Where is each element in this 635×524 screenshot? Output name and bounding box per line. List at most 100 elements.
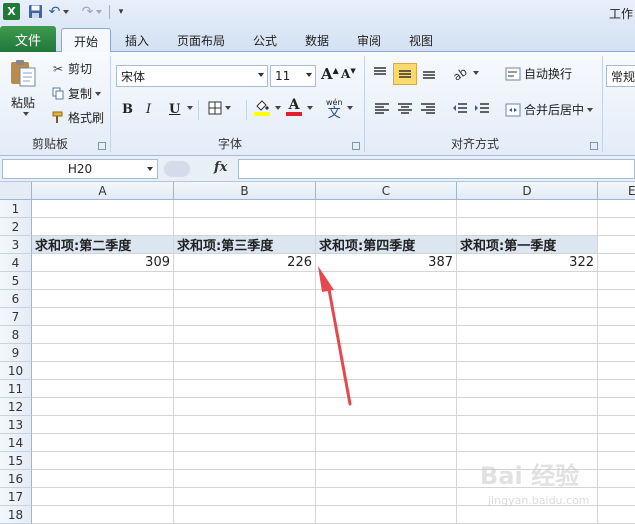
pivot-header-cell[interactable]: 求和项:第三季度	[174, 236, 316, 254]
grid-cell[interactable]	[32, 470, 174, 488]
grid-cell[interactable]	[32, 200, 174, 218]
grid-cell[interactable]	[174, 326, 316, 344]
grid-cell[interactable]	[457, 344, 598, 362]
grid-cell[interactable]	[316, 434, 457, 452]
row-header[interactable]: 9	[0, 344, 32, 362]
grid-cell[interactable]	[598, 362, 635, 380]
grid-cell[interactable]	[457, 362, 598, 380]
grid-cell[interactable]	[174, 308, 316, 326]
grid-cell[interactable]	[174, 416, 316, 434]
select-all-corner[interactable]	[0, 182, 32, 200]
fill-color-button[interactable]	[254, 99, 270, 116]
merge-center-button[interactable]: 合并后居中	[505, 101, 594, 118]
tab-home[interactable]: 开始	[61, 28, 111, 53]
grid-cell[interactable]	[598, 398, 635, 416]
grid-cell[interactable]	[32, 362, 174, 380]
grid-cell[interactable]	[598, 380, 635, 398]
grid-cell[interactable]	[174, 470, 316, 488]
tab-page-layout[interactable]: 页面布局	[170, 28, 232, 52]
font-launcher-icon[interactable]	[352, 142, 360, 150]
grid-cell[interactable]	[457, 290, 598, 308]
grid-cell[interactable]	[316, 452, 457, 470]
row-header[interactable]: 5	[0, 272, 32, 290]
grid-cell[interactable]	[32, 326, 174, 344]
grid-cell[interactable]	[598, 326, 635, 344]
grid-cell[interactable]	[457, 326, 598, 344]
font-color-button[interactable]: A	[286, 98, 302, 116]
row-header[interactable]: 4	[0, 254, 32, 272]
grid-cell[interactable]	[598, 200, 635, 218]
align-center-button[interactable]	[397, 102, 413, 116]
phonetic-button[interactable]: wén 文	[326, 98, 343, 121]
row-header[interactable]: 14	[0, 434, 32, 452]
grid-cell[interactable]	[174, 506, 316, 524]
align-bottom-button[interactable]	[421, 66, 437, 80]
formula-input[interactable]	[238, 159, 635, 179]
redo-icon[interactable]: ↷	[82, 3, 103, 20]
row-header[interactable]: 7	[0, 308, 32, 326]
grid-cell[interactable]	[32, 344, 174, 362]
formula-expand-icon[interactable]	[164, 161, 190, 177]
tab-view[interactable]: 视图	[402, 28, 440, 52]
row-header[interactable]: 10	[0, 362, 32, 380]
row-header[interactable]: 17	[0, 488, 32, 506]
grid-cell[interactable]	[174, 452, 316, 470]
paste-dropdown-icon[interactable]	[20, 112, 29, 116]
underline-dropdown-icon[interactable]	[184, 106, 193, 110]
pivot-header-cell[interactable]: 求和项:第四季度	[316, 236, 457, 254]
grid-cell[interactable]	[457, 398, 598, 416]
grid-cell[interactable]	[457, 380, 598, 398]
row-header[interactable]: 1	[0, 200, 32, 218]
customize-quick-access-icon[interactable]: ▾	[115, 3, 127, 20]
row-header[interactable]: 15	[0, 452, 32, 470]
grid-cell[interactable]	[174, 218, 316, 236]
tab-insert[interactable]: 插入	[116, 28, 158, 52]
grid-cell[interactable]	[174, 488, 316, 506]
grid-cell[interactable]	[174, 362, 316, 380]
font-color-dropdown-icon[interactable]	[304, 106, 313, 110]
cut-button[interactable]: ✂ 剪切	[50, 60, 92, 77]
align-right-button[interactable]	[420, 102, 436, 116]
column-header-d[interactable]: D	[457, 182, 598, 200]
pivot-value-cell[interactable]: 322	[457, 254, 598, 272]
grid-cell[interactable]	[174, 344, 316, 362]
grid-cell[interactable]	[174, 434, 316, 452]
grid-cell[interactable]	[32, 272, 174, 290]
grid-cell[interactable]	[598, 236, 635, 254]
grid-cell[interactable]	[32, 452, 174, 470]
grid-cell[interactable]	[32, 488, 174, 506]
grid-cell[interactable]	[32, 506, 174, 524]
grid-cell[interactable]	[174, 272, 316, 290]
pivot-value-cell[interactable]: 226	[174, 254, 316, 272]
grid-cell[interactable]	[598, 416, 635, 434]
alignment-launcher-icon[interactable]	[590, 142, 598, 150]
grid-cell[interactable]	[32, 308, 174, 326]
row-header[interactable]: 8	[0, 326, 32, 344]
grid-cell[interactable]	[457, 416, 598, 434]
excel-logo-icon[interactable]: X	[3, 3, 20, 20]
column-header-a[interactable]: A	[32, 182, 174, 200]
row-header[interactable]: 6	[0, 290, 32, 308]
orientation-button[interactable]: ab	[452, 66, 479, 80]
grid-cell[interactable]	[32, 434, 174, 452]
row-header[interactable]: 16	[0, 470, 32, 488]
grid-cell[interactable]	[457, 272, 598, 290]
grid-cell[interactable]	[174, 380, 316, 398]
row-header[interactable]: 13	[0, 416, 32, 434]
font-name-select[interactable]: 宋体	[116, 65, 268, 87]
grid-cell[interactable]	[316, 218, 457, 236]
undo-icon[interactable]: ↶	[49, 3, 70, 20]
number-format-select[interactable]: 常规	[606, 65, 635, 87]
row-header[interactable]: 3	[0, 236, 32, 254]
grow-font-button[interactable]: A ▲	[321, 65, 339, 83]
grid-cell[interactable]	[316, 416, 457, 434]
decrease-indent-button[interactable]	[452, 102, 468, 116]
align-left-button[interactable]	[374, 102, 390, 116]
tab-file[interactable]: 文件	[0, 26, 56, 52]
grid-cell[interactable]	[32, 218, 174, 236]
row-header[interactable]: 12	[0, 398, 32, 416]
column-header-e[interactable]: E	[598, 182, 635, 200]
grid-cell[interactable]	[32, 398, 174, 416]
grid-cell[interactable]	[316, 506, 457, 524]
grid-cell[interactable]	[174, 290, 316, 308]
